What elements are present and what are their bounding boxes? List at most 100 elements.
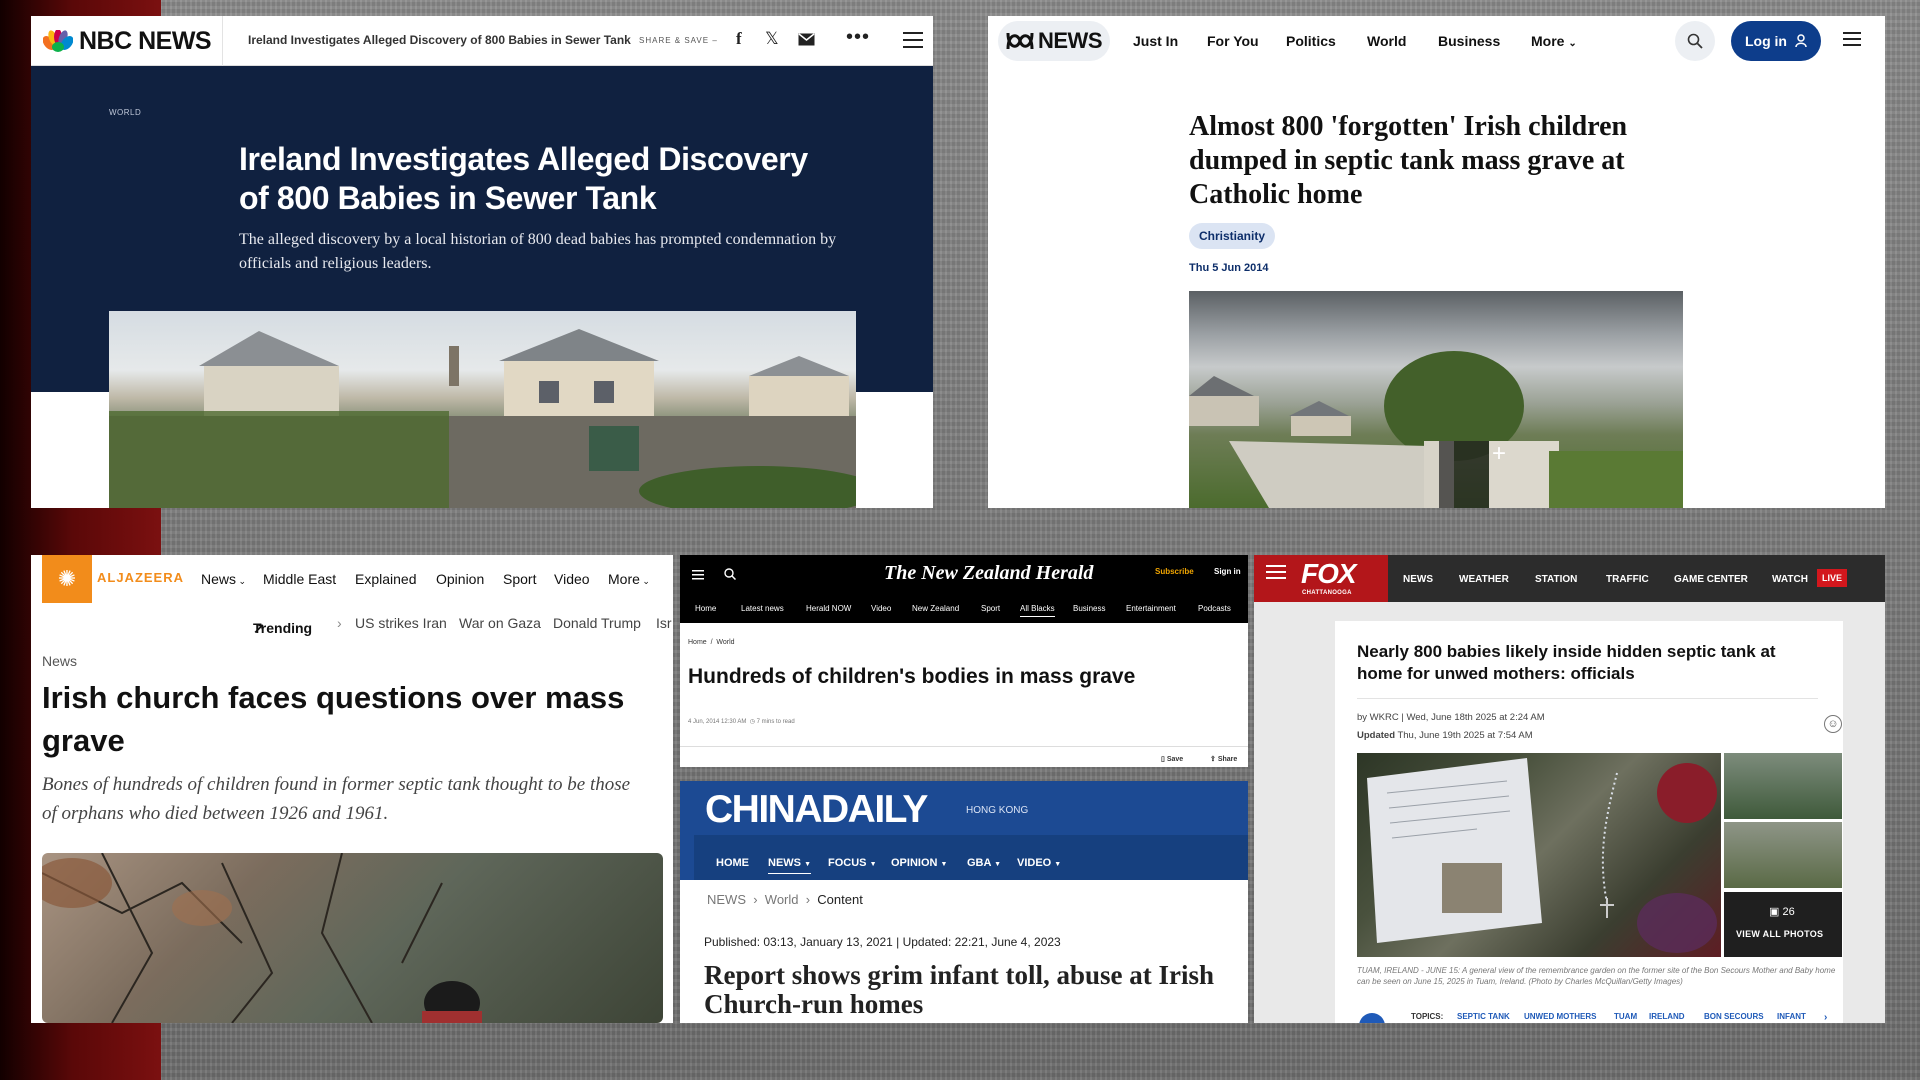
nav-explained[interactable]: Explained: [355, 571, 417, 587]
share-button[interactable]: ⇪ Share: [1210, 755, 1237, 763]
nav-for-you[interactable]: For You: [1207, 33, 1259, 49]
section-label[interactable]: WORLD: [109, 108, 141, 117]
nav-video[interactable]: Video: [554, 571, 590, 587]
topic-tag[interactable]: Christianity: [1189, 223, 1276, 249]
gallery-thumbnail[interactable]: [1724, 753, 1842, 819]
breadcrumb-world[interactable]: World: [716, 639, 734, 646]
hero-photo[interactable]: +: [1189, 291, 1683, 508]
hamburger-icon[interactable]: [1266, 565, 1286, 579]
view-all-photos-button[interactable]: ▣ 26 VIEW ALL PHOTOS: [1724, 892, 1842, 957]
nav-business[interactable]: Business: [1073, 604, 1105, 613]
nav-entertainment[interactable]: Entertainment: [1126, 604, 1176, 613]
nav-news[interactable]: NEWS ▼: [768, 857, 811, 874]
hero-photo[interactable]: [109, 311, 856, 508]
nav-opinion[interactable]: Opinion: [436, 571, 484, 587]
nav-opinion[interactable]: OPINION ▼: [891, 857, 947, 869]
gallery-thumbnail[interactable]: [1724, 822, 1842, 888]
breadcrumb-news[interactable]: NEWS: [707, 892, 746, 907]
hamburger-icon[interactable]: [692, 570, 704, 580]
nav-game-center[interactable]: GAME CENTER: [1674, 574, 1748, 585]
clock-icon: ◷: [749, 719, 755, 725]
nav-more-label: More: [1531, 33, 1565, 49]
region-label[interactable]: HONG KONG: [966, 805, 1028, 816]
topic-link[interactable]: BON SECOURS: [1704, 1012, 1764, 1021]
hamburger-icon[interactable]: [1843, 32, 1861, 46]
fox-sub-brand: CHATTANOOGA: [1302, 590, 1352, 596]
nav-home[interactable]: HOME: [716, 857, 749, 869]
topic-link[interactable]: TUAM: [1614, 1012, 1637, 1021]
nav-just-in[interactable]: Just In: [1133, 33, 1178, 49]
nbc-logo[interactable]: NBC NEWS: [43, 26, 212, 56]
fox-wordmark: FOX: [1301, 558, 1357, 589]
subscribe-link[interactable]: Subscribe: [1155, 567, 1194, 576]
share-save-label[interactable]: SHARE & SAVE –: [639, 36, 718, 45]
breadcrumb-home[interactable]: Home: [688, 639, 707, 646]
live-badge[interactable]: LIVE: [1817, 569, 1848, 587]
nav-news-label: NEWS: [768, 857, 801, 869]
nbc-wordmark: NBC NEWS: [79, 26, 212, 55]
search-icon[interactable]: [724, 568, 736, 580]
nav-all-blacks[interactable]: All Blacks: [1020, 604, 1055, 617]
nav-weather[interactable]: WEATHER: [1459, 574, 1509, 585]
hero-photo[interactable]: [42, 853, 663, 1023]
breadcrumb-world[interactable]: World: [765, 892, 799, 907]
updated-date: Thu, June 19th 2025 at 7:54 AM: [1397, 730, 1533, 741]
flame-icon: ✺: [57, 566, 77, 591]
trending-item[interactable]: Isr: [656, 615, 672, 631]
more-dots-icon[interactable]: •••: [846, 26, 870, 49]
nav-more[interactable]: More ⌄: [1531, 33, 1577, 49]
cd-masthead[interactable]: CHINADAILY: [705, 788, 928, 832]
nav-more[interactable]: More ⌄: [608, 571, 650, 587]
topic-link[interactable]: UNWED MOTHERS: [1524, 1012, 1596, 1021]
nav-sport[interactable]: Sport: [503, 571, 536, 587]
login-button[interactable]: Log in: [1731, 21, 1821, 61]
topic-link[interactable]: IRELAND: [1649, 1012, 1685, 1021]
facebook-icon[interactable]: f: [736, 29, 742, 49]
nav-new-zealand[interactable]: New Zealand: [912, 604, 959, 613]
aljazeera-logo-mark[interactable]: ✺: [42, 555, 92, 603]
topic-link[interactable]: INFANT: [1777, 1012, 1807, 1021]
nav-news[interactable]: News ⌄: [201, 571, 246, 587]
chevron-right-icon: ›: [337, 615, 342, 631]
save-label: Save: [1166, 756, 1184, 763]
nav-home[interactable]: Home: [695, 604, 716, 613]
signin-link[interactable]: Sign in: [1214, 567, 1241, 576]
user-icon: [1795, 34, 1807, 48]
nav-video[interactable]: VIDEO ▼: [1017, 857, 1061, 869]
aljazeera-wordmark[interactable]: ALJAZEERA: [97, 570, 184, 585]
hamburger-icon[interactable]: [903, 31, 923, 49]
nav-opinion-label: OPINION: [891, 857, 938, 869]
nav-news[interactable]: NEWS: [1403, 574, 1433, 585]
section-label[interactable]: News: [42, 653, 77, 669]
fox-logo[interactable]: FOX CHATTANOOGA: [1254, 555, 1388, 602]
chevron-right-icon[interactable]: ›: [1824, 1012, 1827, 1023]
nav-latest[interactable]: Latest news: [741, 604, 784, 613]
nav-middle-east[interactable]: Middle East: [263, 571, 336, 587]
accessibility-icon[interactable]: ☺: [1824, 715, 1842, 733]
sticky-headline: Ireland Investigates Alleged Discovery o…: [248, 33, 631, 47]
nav-sport[interactable]: Sport: [981, 604, 1000, 613]
save-button[interactable]: ▯ Save: [1161, 755, 1183, 763]
email-icon[interactable]: [798, 33, 815, 46]
nav-world[interactable]: World: [1367, 33, 1406, 49]
nzh-masthead[interactable]: The New Zealand Herald: [884, 562, 1093, 585]
search-button[interactable]: [1675, 21, 1715, 61]
nav-gba[interactable]: GBA ▼: [967, 857, 1001, 869]
trending-item[interactable]: US strikes Iran: [355, 615, 447, 631]
nav-herald-now[interactable]: Herald NOW: [806, 604, 851, 613]
trending-item[interactable]: Donald Trump: [553, 615, 641, 631]
nav-video[interactable]: Video: [871, 604, 891, 613]
nav-focus[interactable]: FOCUS ▼: [828, 857, 877, 869]
login-label: Log in: [1745, 33, 1787, 49]
nav-business[interactable]: Business: [1438, 33, 1500, 49]
x-icon[interactable]: 𝕏: [765, 29, 779, 49]
hero-photo[interactable]: [1357, 753, 1721, 957]
topic-link[interactable]: SEPTIC TANK: [1457, 1012, 1510, 1021]
trending-item[interactable]: War on Gaza: [459, 615, 541, 631]
nav-station[interactable]: STATION: [1535, 574, 1577, 585]
nav-politics[interactable]: Politics: [1286, 33, 1336, 49]
nav-watch[interactable]: WATCH: [1772, 574, 1808, 585]
nav-traffic[interactable]: TRAFFIC: [1606, 574, 1649, 585]
abc-logo[interactable]: NEWS: [998, 21, 1110, 61]
nav-podcasts[interactable]: Podcasts: [1198, 604, 1231, 613]
